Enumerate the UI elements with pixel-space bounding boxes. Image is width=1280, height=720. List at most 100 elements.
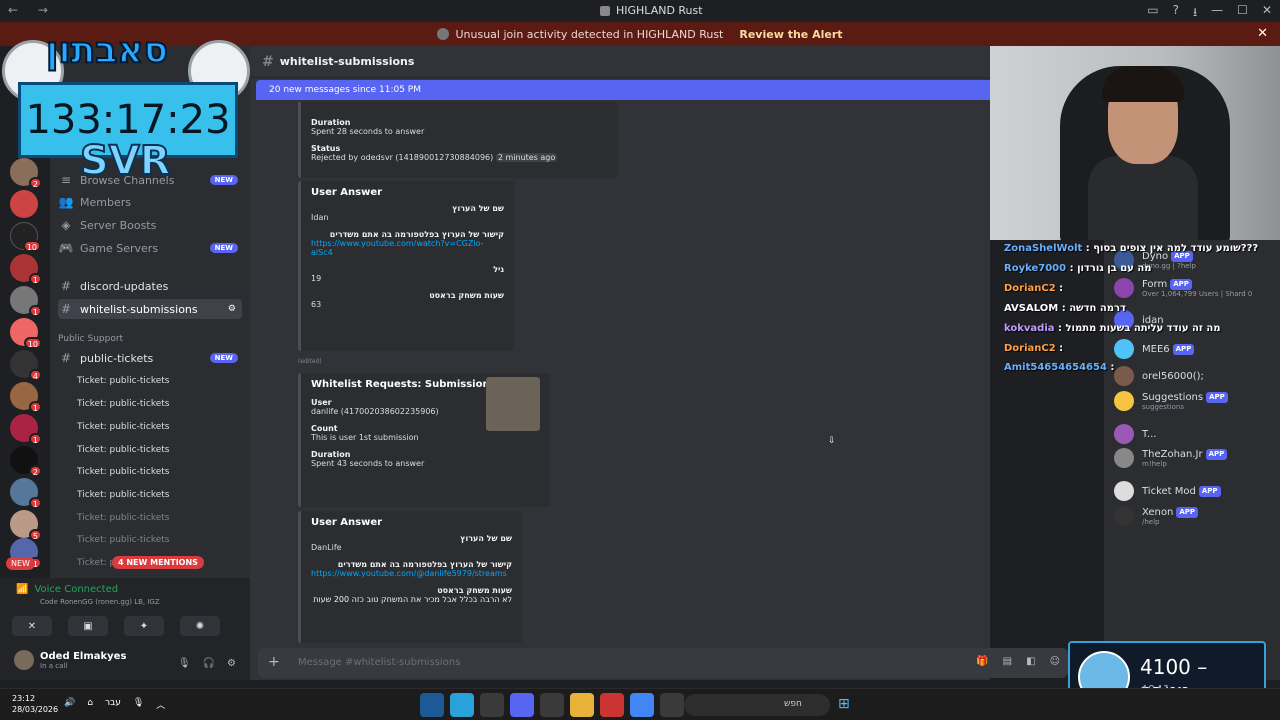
member-name: MEE6 (1142, 343, 1170, 355)
members-item[interactable]: 👥 Members (58, 192, 242, 212)
channel-discord-updates[interactable]: # discord-updates (58, 276, 242, 296)
member-item[interactable]: T... (1114, 424, 1156, 444)
new-badge: NEW (209, 243, 238, 253)
clock[interactable]: 23:12 28/03/2026 (12, 693, 58, 715)
ticket-thread[interactable]: Ticket: public-tickets (77, 376, 169, 386)
embed-thumbnail[interactable] (486, 377, 540, 431)
member-name: TheZohan.Jr (1142, 448, 1203, 460)
server-icon[interactable]: 5 (10, 510, 42, 541)
sticker-icon[interactable]: ◧ (1026, 656, 1035, 667)
server-icon[interactable]: 1 (10, 382, 42, 413)
network-icon[interactable]: ⌂ (87, 698, 93, 711)
channel-whitelist-submissions[interactable]: # whitelist-submissions ⚙ (58, 299, 242, 319)
category-public-support[interactable]: Public Support (58, 334, 123, 344)
camera-off-button[interactable]: ✕ (12, 616, 52, 636)
ticket-thread[interactable]: Ticket: public-tickets (77, 513, 169, 523)
member-item[interactable]: Ticket Mod APP (1114, 481, 1221, 501)
voice-status[interactable]: 📶 Voice Connected (16, 584, 118, 595)
add-attachment-icon[interactable]: + (268, 654, 280, 670)
member-subtitle: /help (1142, 517, 1160, 526)
member-item[interactable]: Suggestions APP suggestions (1114, 391, 1228, 411)
taskbar-search[interactable]: חפש (684, 694, 830, 716)
ticket-thread[interactable]: Ticket: public-tickets (77, 490, 169, 500)
volume-icon[interactable]: 🔊 (64, 698, 75, 711)
member-item[interactable]: TheZohan.Jr APP m!help (1114, 448, 1228, 468)
member-item[interactable]: MEE6 APP (1114, 339, 1195, 359)
app-badge: APP (1170, 278, 1192, 290)
server-icon[interactable]: 1 (10, 254, 42, 285)
message-input[interactable]: Message #whitelist-submissions (298, 657, 460, 668)
inbox-icon[interactable]: ▭ (1147, 3, 1158, 24)
member-item[interactable]: orel56000(); (1114, 366, 1204, 386)
activities-button[interactable]: ✦ (124, 616, 164, 636)
headphones-icon[interactable]: 🎧 (203, 658, 215, 669)
channel-title: whitelist-submissions (279, 55, 415, 68)
maximize-button[interactable]: ☐ (1237, 3, 1248, 24)
download-icon[interactable]: ⭳ (1193, 3, 1197, 24)
app-icon[interactable] (480, 693, 504, 717)
server-icon[interactable]: 4 (10, 350, 42, 381)
chat-text: שומע עודד למה אין צופים בסוף??? (1093, 243, 1259, 254)
gear-icon[interactable]: ⚙ (227, 658, 236, 669)
minimize-button[interactable]: — (1211, 3, 1223, 24)
ticket-thread[interactable]: Ticket: public-tickets (77, 422, 169, 432)
server-icon[interactable] (10, 190, 38, 218)
hash-icon: # (60, 351, 72, 365)
help-icon[interactable]: ? (1173, 3, 1179, 24)
gift-icon[interactable]: 🎁 (976, 656, 988, 667)
game-servers-item[interactable]: 🎮 Game Servers NEW (58, 238, 242, 258)
server-icon[interactable]: 10 (10, 318, 42, 349)
message-composer[interactable]: + Message #whitelist-submissions 🎁 ▤ ◧ ☺ (258, 648, 1068, 678)
server-icon[interactable]: 1 (10, 286, 42, 317)
window-title: HIGHLAND Rust (600, 4, 703, 17)
unread-badge: 1 (28, 305, 42, 317)
settings-icon[interactable]: ⚙ (228, 304, 236, 314)
member-item[interactable]: Xenon APP/help (1114, 506, 1199, 526)
server-icon[interactable]: 10 (10, 222, 41, 252)
chrome-app-icon[interactable] (630, 693, 654, 717)
mic-icon[interactable]: 🎙 (133, 698, 144, 711)
telegram-app-icon[interactable] (450, 693, 474, 717)
server-icon[interactable]: 1 (10, 478, 42, 509)
chevron-up-icon[interactable]: ︿ (156, 698, 165, 711)
gif-icon[interactable]: ▤ (1003, 656, 1012, 667)
close-button[interactable]: ✕ (1262, 3, 1272, 24)
mic-icon[interactable]: 🎙 (178, 658, 191, 669)
ticket-thread[interactable]: Ticket: public-tickets (77, 445, 169, 455)
user-panel[interactable]: Oded Elmakyes In a call (14, 650, 126, 670)
voice-panel: 📶 Voice Connected Code RonenGG (ronen.gg)… (0, 578, 250, 680)
server-icon[interactable]: 1 (10, 414, 42, 445)
close-icon[interactable]: ✕ (1257, 26, 1268, 41)
new-messages-bar[interactable]: 20 new messages since 11:05 PM (256, 80, 990, 100)
ticket-thread[interactable]: Ticket: public-tickets (77, 535, 169, 545)
member-item[interactable]: Form APP Over 1,064,799 Users | Shard 0 (1114, 278, 1252, 298)
language-indicator[interactable]: עבר (105, 698, 121, 711)
windows-start-icon[interactable]: ⊞ (838, 696, 850, 712)
member-text: Form APP Over 1,064,799 Users | Shard 0 (1142, 278, 1252, 298)
screen-share-button[interactable]: ▣ (68, 616, 108, 636)
emoji-icon[interactable]: ☺ (1050, 656, 1060, 667)
discord-app-icon[interactable] (510, 693, 534, 717)
soundboard-button[interactable]: ✺ (180, 616, 220, 636)
app-icon[interactable] (600, 693, 624, 717)
media-app-icon[interactable] (540, 693, 564, 717)
new-mentions-pill[interactable]: 4 NEW MENTIONS (112, 556, 204, 569)
folder-app-icon[interactable] (570, 693, 594, 717)
new-badge: NEW (209, 353, 238, 363)
channel-public-tickets[interactable]: # public-tickets NEW (58, 348, 242, 368)
answer-link[interactable]: https://www.youtube.com/watch?v=CGZio-al… (311, 239, 504, 257)
app-icon[interactable] (660, 693, 684, 717)
answer-link[interactable]: https://www.youtube.com/@danlife5979/str… (311, 569, 512, 578)
review-alert-button[interactable]: Review the Alert (739, 28, 842, 41)
nav-arrows[interactable]: ← → (8, 3, 56, 17)
chat-username: ZonaShelWolt (1004, 243, 1083, 254)
chat-text: דרמה חדשה (1069, 303, 1126, 314)
ticket-thread[interactable]: Ticket: p (77, 558, 115, 568)
server-boosts-item[interactable]: ◈ Server Boosts (58, 215, 242, 235)
ticket-thread[interactable]: Ticket: public-tickets (77, 467, 169, 477)
avatar (1114, 424, 1134, 444)
server-icon[interactable]: 2 (10, 446, 42, 477)
hash-icon: # (60, 302, 72, 316)
ticket-thread[interactable]: Ticket: public-tickets (77, 399, 169, 409)
steam-app-icon[interactable] (420, 693, 444, 717)
